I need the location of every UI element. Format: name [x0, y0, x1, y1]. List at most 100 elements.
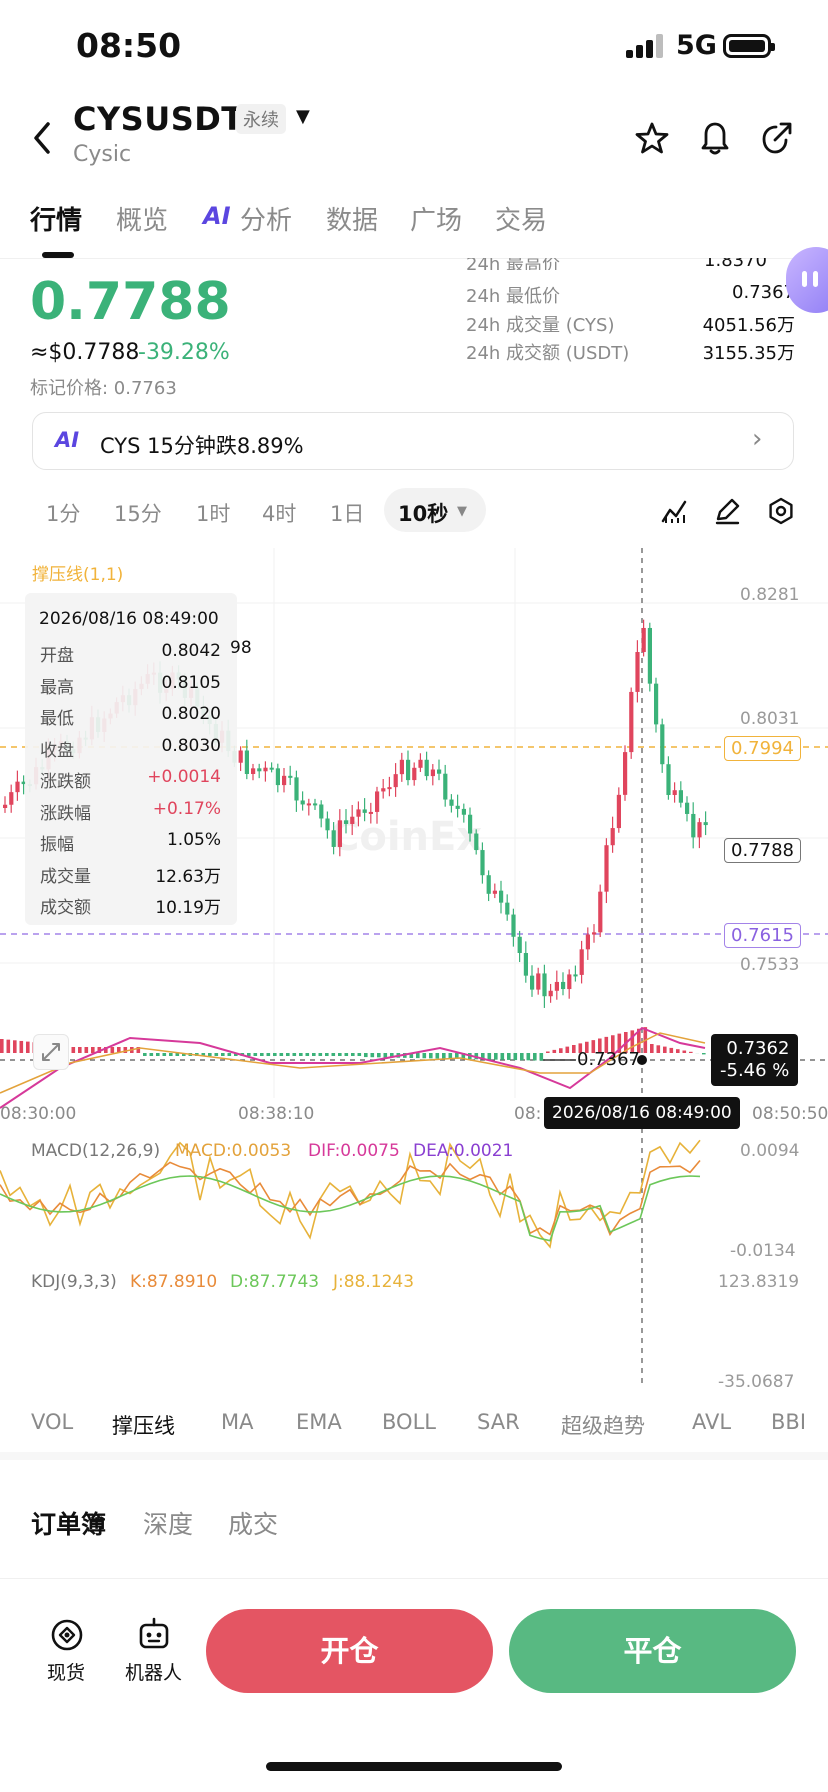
timeframe-4h[interactable]: 4时	[262, 498, 296, 528]
macd-histogram-bar	[325, 1053, 329, 1056]
candle-body	[288, 775, 293, 778]
stat-label-turnover: 24h 成交额 (USDT)	[466, 343, 630, 364]
candle-body	[437, 769, 442, 774]
close-position-button[interactable]: 平仓	[509, 1609, 796, 1693]
indicator-tab-vol[interactable]: VOL	[31, 1410, 73, 1434]
indicator-tab-ma[interactable]: MA	[221, 1410, 253, 1434]
macd-histogram-bar	[221, 1053, 225, 1056]
candle-body	[480, 850, 485, 876]
candle-body	[697, 822, 702, 838]
star-icon[interactable]	[634, 120, 670, 160]
spot-label[interactable]: 现货	[47, 1658, 85, 1685]
robot-icon[interactable]	[136, 1616, 172, 1656]
indicator-tab-sar[interactable]: SAR	[477, 1410, 520, 1434]
tab-depth[interactable]: 深度	[143, 1505, 193, 1541]
candle-body	[610, 828, 615, 846]
macd-histogram-bar	[286, 1053, 290, 1056]
macd-histogram-bar	[214, 1053, 219, 1056]
candle-body	[418, 759, 423, 768]
x-axis-label: 08:38:10	[238, 1104, 315, 1124]
symbol-title[interactable]: CYSUSDT	[73, 100, 244, 138]
tab-order-book[interactable]: 订单簿	[31, 1505, 106, 1541]
macd-axis-bottom: -0.0134	[730, 1241, 796, 1261]
candle-body	[511, 914, 516, 937]
indicator-tab-supertrend[interactable]: 超级趋势	[561, 1410, 645, 1440]
tooltip-row-label: 最高	[40, 677, 74, 698]
candle-body	[257, 768, 262, 772]
robot-label[interactable]: 机器人	[125, 1658, 182, 1685]
kdj-title: KDJ(9,3,3)	[31, 1272, 117, 1292]
bell-icon[interactable]	[698, 118, 732, 160]
tooltip-row-value: 10.19万	[155, 898, 221, 918]
candle-body	[585, 934, 590, 950]
candle-body	[654, 683, 659, 725]
tab-trade[interactable]: 交易	[495, 200, 547, 237]
timeframe-15m[interactable]: 15分	[114, 498, 162, 528]
candle-body	[449, 799, 454, 806]
macd-histogram-bar	[169, 1053, 173, 1056]
timeframe-1m[interactable]: 1分	[46, 498, 80, 528]
indicator-tab-boll[interactable]: BOLL	[382, 1410, 436, 1434]
macd-histogram-bar	[305, 1053, 310, 1056]
chevron-right-icon: ›	[752, 424, 763, 454]
open-position-button[interactable]: 开仓	[206, 1609, 493, 1693]
macd-histogram-bar	[377, 1053, 381, 1058]
last-price: 0.7788	[30, 272, 231, 332]
timeframe-1d[interactable]: 1日	[330, 498, 364, 528]
timeframe-1h[interactable]: 1时	[196, 498, 230, 528]
tooltip-row-value: 0.8105	[161, 672, 221, 693]
candle-body	[660, 724, 665, 765]
candle-body	[294, 777, 299, 801]
x-axis-label: 08:30:00	[0, 1104, 77, 1124]
macd-histogram-bar	[682, 1050, 687, 1053]
y-axis-label: 0.8031	[740, 709, 800, 729]
ai-insight-text: CYS 15分钟跌8.89%	[100, 434, 304, 458]
tab-data[interactable]: 数据	[326, 200, 378, 237]
indicator-tab-ema[interactable]: EMA	[296, 1410, 342, 1434]
candle-body	[672, 790, 677, 795]
tab-overview[interactable]: 概览	[116, 200, 168, 237]
draw-icon[interactable]	[713, 497, 741, 529]
tab-trades[interactable]: 成交	[228, 1505, 278, 1541]
candle-body	[455, 805, 460, 809]
tab-square[interactable]: 广场	[410, 200, 462, 237]
candle-body	[313, 803, 318, 806]
fullscreen-icon[interactable]	[33, 1034, 69, 1070]
macd-histogram-bar	[149, 1053, 154, 1056]
divider	[0, 1578, 828, 1579]
tooltip-row-value: +0.17%	[152, 798, 221, 819]
macd-histogram-bar	[559, 1048, 563, 1053]
indicator-tab-bbi[interactable]: BBI	[771, 1410, 806, 1434]
back-icon[interactable]	[28, 120, 58, 156]
macd-histogram-bar	[500, 1053, 505, 1060]
macd-histogram-bar	[13, 1040, 17, 1053]
indicator-icon[interactable]	[660, 497, 688, 529]
spot-icon[interactable]	[50, 1618, 84, 1656]
indicator-tab-avl[interactable]: AVL	[692, 1410, 731, 1434]
stat-value-volume: 4051.56万	[702, 315, 795, 336]
tab-market[interactable]: 行情	[30, 200, 82, 237]
candle-body	[685, 802, 690, 814]
candle-body	[244, 750, 249, 774]
macd-histogram-bar	[143, 1053, 147, 1056]
indicator-tab-support-resistance[interactable]: 撑压线	[112, 1410, 175, 1440]
macd-histogram-bar	[253, 1053, 258, 1056]
crosshair-time-label: 2026/08/16 08:49:00	[544, 1097, 740, 1129]
candle-body	[238, 750, 243, 763]
floating-assistant-icon[interactable]	[786, 247, 828, 313]
last-price-tag: 0.7788	[724, 838, 801, 863]
candle-body	[592, 932, 597, 935]
macd-histogram-bar	[422, 1053, 427, 1059]
candle-body	[430, 769, 435, 777]
candle-body	[368, 811, 373, 814]
candle-body	[282, 775, 287, 786]
candle-body	[325, 818, 330, 831]
tab-analysis[interactable]: 分析	[240, 200, 292, 237]
macd-histogram-bar	[156, 1053, 160, 1056]
share-icon[interactable]	[760, 120, 794, 160]
settings-icon[interactable]	[766, 496, 796, 530]
macd-histogram-bar	[71, 1047, 76, 1053]
candle-body	[579, 949, 584, 975]
candle-body	[251, 768, 256, 774]
chevron-down-icon[interactable]: ▼	[296, 106, 310, 127]
